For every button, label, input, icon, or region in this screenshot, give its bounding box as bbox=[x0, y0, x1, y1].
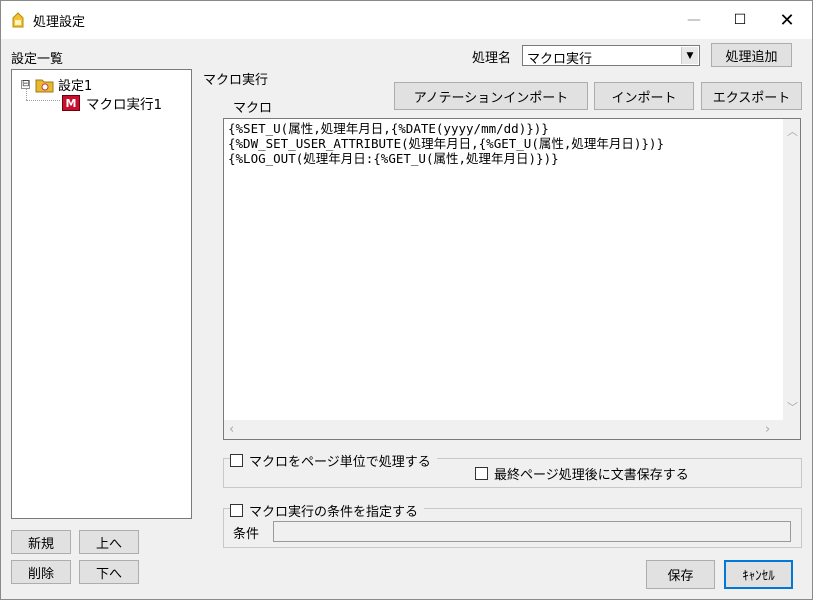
macro-line: {%SET_U(属性,処理年月日,{%DATE(yyyy/mm/dd)})} bbox=[228, 121, 549, 136]
new-button[interactable]: 新規 bbox=[11, 530, 71, 554]
cancel-button[interactable]: ｷｬﾝｾﾙ bbox=[724, 560, 793, 589]
macro-label: マクロ bbox=[233, 101, 273, 116]
annotation-import-button[interactable]: アノテーションインポート bbox=[394, 82, 588, 110]
vertical-scrollbar[interactable]: ︿ ﹀ bbox=[783, 119, 800, 420]
condition-checkbox[interactable]: マクロ実行の条件を指定する bbox=[230, 501, 425, 520]
scroll-right-icon[interactable]: › bbox=[765, 422, 770, 437]
macro-line: {%DW_SET_USER_ATTRIBUTE(処理年月日,{%GET_U(属性… bbox=[228, 136, 664, 151]
move-down-button[interactable]: 下へ bbox=[79, 560, 139, 584]
condition-label: 条件 bbox=[233, 527, 260, 542]
scrollbar-corner bbox=[783, 420, 800, 439]
dialog-window: 処理設定 — ☐ ✕ 設定一覧 ⊟ 設定1 M マクロ実行1 新規 上へ 削除 … bbox=[0, 0, 813, 600]
tree-item-label: マクロ実行1 bbox=[86, 97, 163, 113]
macro-line: {%LOG_OUT(処理年月日:{%GET_U(属性,処理年月日)})} bbox=[228, 151, 559, 166]
maximize-button[interactable]: ☐ bbox=[717, 1, 763, 39]
chevron-down-icon[interactable]: ▼ bbox=[681, 47, 698, 64]
horizontal-scrollbar[interactable]: ‹ › bbox=[224, 420, 783, 439]
scroll-left-icon[interactable]: ‹ bbox=[229, 422, 234, 437]
add-process-button[interactable]: 処理追加 bbox=[711, 43, 792, 67]
title-bar: 処理設定 — ☐ ✕ bbox=[1, 1, 812, 39]
tree-item-settings1[interactable]: ⊟ 設定1 bbox=[21, 75, 92, 94]
checkbox-box[interactable] bbox=[230, 454, 243, 467]
tree-connector bbox=[26, 100, 60, 101]
delete-button[interactable]: 削除 bbox=[11, 560, 71, 584]
save-after-last-page-label: 最終ページ処理後に文書保存する bbox=[494, 468, 689, 483]
section-title: マクロ実行 bbox=[203, 73, 269, 88]
process-name-select[interactable]: マクロ実行 ▼ bbox=[522, 45, 700, 67]
save-after-last-page-checkbox[interactable]: 最終ページ処理後に文書保存する bbox=[475, 464, 695, 483]
tree-item-label: 設定1 bbox=[58, 79, 93, 94]
minimize-button[interactable]: — bbox=[671, 1, 717, 39]
scroll-down-icon[interactable]: ﹀ bbox=[787, 399, 798, 415]
process-name-label: 処理名 bbox=[472, 51, 512, 66]
condition-checkbox-label: マクロ実行の条件を指定する bbox=[249, 505, 419, 520]
page-unit-checkbox[interactable]: マクロをページ単位で処理する bbox=[230, 451, 437, 470]
scroll-up-icon[interactable]: ︿ bbox=[787, 123, 798, 139]
save-button[interactable]: 保存 bbox=[646, 560, 715, 589]
window-title: 処理設定 bbox=[33, 15, 86, 30]
app-icon bbox=[12, 12, 24, 28]
close-button[interactable]: ✕ bbox=[764, 1, 810, 39]
settings-tree[interactable]: ⊟ 設定1 M マクロ実行1 bbox=[11, 69, 192, 519]
export-button[interactable]: エクスポート bbox=[701, 82, 802, 110]
page-unit-checkbox-label: マクロをページ単位で処理する bbox=[249, 455, 431, 470]
macro-textarea[interactable]: {%SET_U(属性,処理年月日,{%DATE(yyyy/mm/dd)})} {… bbox=[223, 118, 801, 440]
move-up-button[interactable]: 上へ bbox=[79, 530, 139, 554]
process-name-value: マクロ実行 bbox=[527, 52, 593, 67]
folder-icon bbox=[35, 79, 54, 92]
macro-text[interactable]: {%SET_U(属性,処理年月日,{%DATE(yyyy/mm/dd)})} {… bbox=[228, 121, 776, 166]
condition-input[interactable] bbox=[273, 521, 791, 542]
tree-item-macro1[interactable]: M マクロ実行1 bbox=[62, 93, 162, 113]
macro-icon: M bbox=[62, 95, 80, 111]
checkbox-box[interactable] bbox=[475, 467, 488, 480]
checkbox-box[interactable] bbox=[230, 504, 243, 517]
settings-list-label: 設定一覧 bbox=[11, 52, 64, 67]
import-button[interactable]: インポート bbox=[594, 82, 694, 110]
collapse-icon[interactable]: ⊟ bbox=[21, 80, 30, 89]
